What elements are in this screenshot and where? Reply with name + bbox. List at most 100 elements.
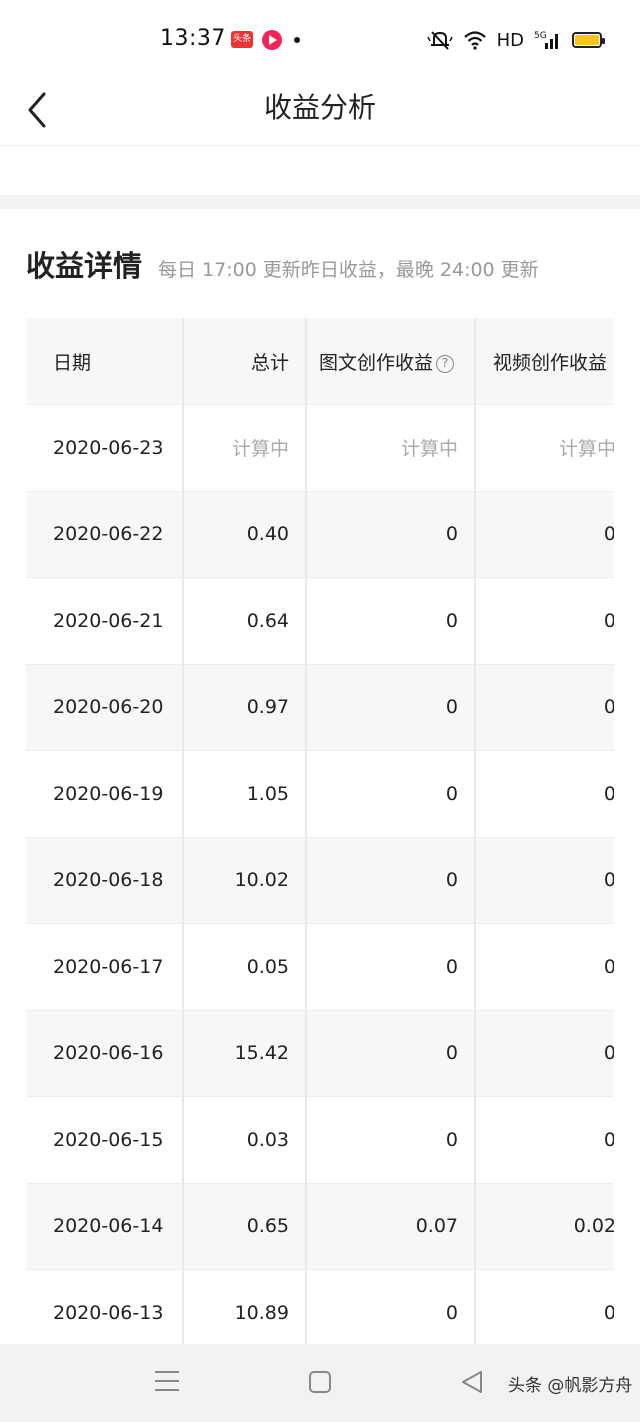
cell-article: 0 bbox=[306, 664, 476, 751]
table-row: 2020-06-18 10.02 0 0 bbox=[26, 837, 614, 924]
recent-apps-button[interactable] bbox=[155, 1371, 179, 1393]
cell-date: 2020-06-16 bbox=[26, 1010, 184, 1097]
toutiao-notification-icon: 头条 bbox=[231, 31, 253, 48]
column-header-article-earnings: 图文创作收益? bbox=[306, 318, 476, 405]
cell-total: 0.97 bbox=[183, 664, 307, 751]
menu-line-icon bbox=[155, 1380, 179, 1382]
section-divider bbox=[0, 195, 640, 209]
cell-video-value: 0 bbox=[603, 1301, 614, 1324]
cell-date: 2020-06-20 bbox=[26, 664, 184, 751]
section-header: 收益详情 每日 17:00 更新昨日收益，最晚 24:00 更新 bbox=[26, 243, 539, 285]
cell-article: 0 bbox=[306, 1269, 476, 1344]
cell-total: 0.65 bbox=[183, 1183, 307, 1270]
cell-video-value: 0.02 bbox=[573, 1215, 614, 1238]
table-row: 2020-06-22 0.40 0 0 bbox=[26, 491, 614, 578]
help-icon[interactable]: ? bbox=[436, 354, 455, 373]
cell-date: 2020-06-18 bbox=[26, 837, 184, 924]
table-row: 2020-06-23 计算中 计算中 计算中 bbox=[26, 404, 614, 492]
section-title: 收益详情 bbox=[26, 249, 143, 283]
cell-total: 10.89 bbox=[183, 1269, 307, 1344]
cell-video: 0 bbox=[475, 750, 614, 838]
signal-5g-label: 5G bbox=[534, 31, 547, 41]
table-row: 2020-06-20 0.97 0 0 bbox=[26, 664, 614, 751]
table-header-row: 日期 总计 图文创作收益? 视频创作收益 bbox=[26, 318, 614, 405]
column-header-total: 总计 bbox=[183, 318, 307, 405]
earnings-table-scroll[interactable]: 日期 总计 图文创作收益? 视频创作收益 2020-06-23 计算中 计算中 … bbox=[26, 318, 614, 1344]
status-bar: 13:37 头条 HD 5G bbox=[0, 0, 640, 80]
cell-article: 0 bbox=[306, 750, 476, 838]
battery-icon bbox=[572, 32, 605, 48]
cell-total: 10.02 bbox=[183, 837, 307, 924]
watermark-text: 头条 @帆影方舟 bbox=[508, 1376, 633, 1396]
cell-article: 0 bbox=[306, 577, 476, 665]
mute-bell-icon bbox=[426, 31, 453, 50]
triangle-back-icon bbox=[462, 1371, 482, 1393]
menu-line-icon bbox=[155, 1389, 179, 1391]
cell-total: 0.40 bbox=[183, 491, 307, 578]
cell-video: 0 bbox=[475, 1269, 614, 1344]
nav-header: 收益分析 bbox=[0, 80, 640, 146]
cell-video-value: 0 bbox=[603, 869, 614, 892]
cell-video-value: 0 bbox=[603, 1128, 614, 1151]
cell-article: 0 bbox=[306, 1096, 476, 1184]
cell-date: 2020-06-17 bbox=[26, 923, 184, 1011]
cell-date: 2020-06-22 bbox=[26, 491, 184, 578]
cell-video: 0 bbox=[475, 577, 614, 665]
column-header-date: 日期 bbox=[26, 318, 184, 405]
table-row: 2020-06-19 1.05 0 0 bbox=[26, 750, 614, 838]
table-row: 2020-06-13 10.89 0 0 bbox=[26, 1269, 614, 1344]
menu-line-icon bbox=[155, 1371, 179, 1373]
earnings-table: 日期 总计 图文创作收益? 视频创作收益 2020-06-23 计算中 计算中 … bbox=[26, 318, 614, 1344]
cell-article: 0 bbox=[306, 491, 476, 578]
system-back-button[interactable] bbox=[460, 1370, 484, 1394]
more-notifications-dot-icon bbox=[294, 37, 300, 43]
table-row: 2020-06-16 15.42 0 0 bbox=[26, 1010, 614, 1097]
cell-total: 计算中 bbox=[183, 404, 307, 492]
cell-video-value: 0 bbox=[603, 1042, 614, 1065]
cell-total: 1.05 bbox=[183, 750, 307, 838]
cell-video-value: 计算中 bbox=[558, 438, 614, 461]
cell-video: 0.02 bbox=[475, 1183, 614, 1270]
cell-total: 0.03 bbox=[183, 1096, 307, 1184]
wifi-icon bbox=[463, 31, 486, 50]
cell-article: 0 bbox=[306, 923, 476, 1011]
cell-video: 0 bbox=[475, 1010, 614, 1097]
cell-video-value: 0 bbox=[603, 782, 614, 805]
video-app-notification-icon bbox=[262, 30, 282, 50]
cell-video-value: 0 bbox=[603, 696, 614, 719]
home-button[interactable] bbox=[309, 1371, 331, 1393]
cell-date: 2020-06-23 bbox=[26, 404, 184, 492]
table-row: 2020-06-17 0.05 0 0 bbox=[26, 923, 614, 1011]
table-row: 2020-06-15 0.03 0 0 bbox=[26, 1096, 614, 1184]
column-header-article-label: 图文创作收益 bbox=[319, 351, 434, 374]
table-row: 2020-06-14 0.65 0.07 0.02 bbox=[26, 1183, 614, 1270]
hd-indicator: HD bbox=[496, 29, 524, 51]
cell-video-value: 0 bbox=[603, 523, 614, 546]
cell-article: 0 bbox=[306, 837, 476, 924]
cell-video: 0 bbox=[475, 923, 614, 1011]
cellular-signal-icon: 5G bbox=[534, 31, 558, 49]
back-button[interactable] bbox=[22, 86, 62, 130]
cell-video: 0 bbox=[475, 837, 614, 924]
cell-video: 0 bbox=[475, 1096, 614, 1184]
cell-video: 0 bbox=[475, 491, 614, 578]
chevron-left-icon bbox=[28, 92, 46, 128]
cell-total: 0.64 bbox=[183, 577, 307, 665]
cell-video-value: 0 bbox=[603, 955, 614, 978]
cell-video: 计算中 bbox=[475, 404, 614, 492]
cell-article: 0.07 bbox=[306, 1183, 476, 1270]
cell-total: 0.05 bbox=[183, 923, 307, 1011]
cell-article: 计算中 bbox=[306, 404, 476, 492]
cell-video: 0 bbox=[475, 664, 614, 751]
cell-total: 15.42 bbox=[183, 1010, 307, 1097]
status-time: 13:37 bbox=[160, 26, 226, 51]
status-indicators: HD 5G bbox=[426, 27, 605, 53]
page-title: 收益分析 bbox=[263, 91, 376, 124]
cell-video-value: 0 bbox=[603, 609, 614, 632]
cell-date: 2020-06-19 bbox=[26, 750, 184, 838]
column-header-video-earnings: 视频创作收益 bbox=[475, 318, 614, 405]
cell-date: 2020-06-13 bbox=[26, 1269, 184, 1344]
cell-date: 2020-06-21 bbox=[26, 577, 184, 665]
table-row: 2020-06-21 0.64 0 0 bbox=[26, 577, 614, 665]
cell-article: 0 bbox=[306, 1010, 476, 1097]
